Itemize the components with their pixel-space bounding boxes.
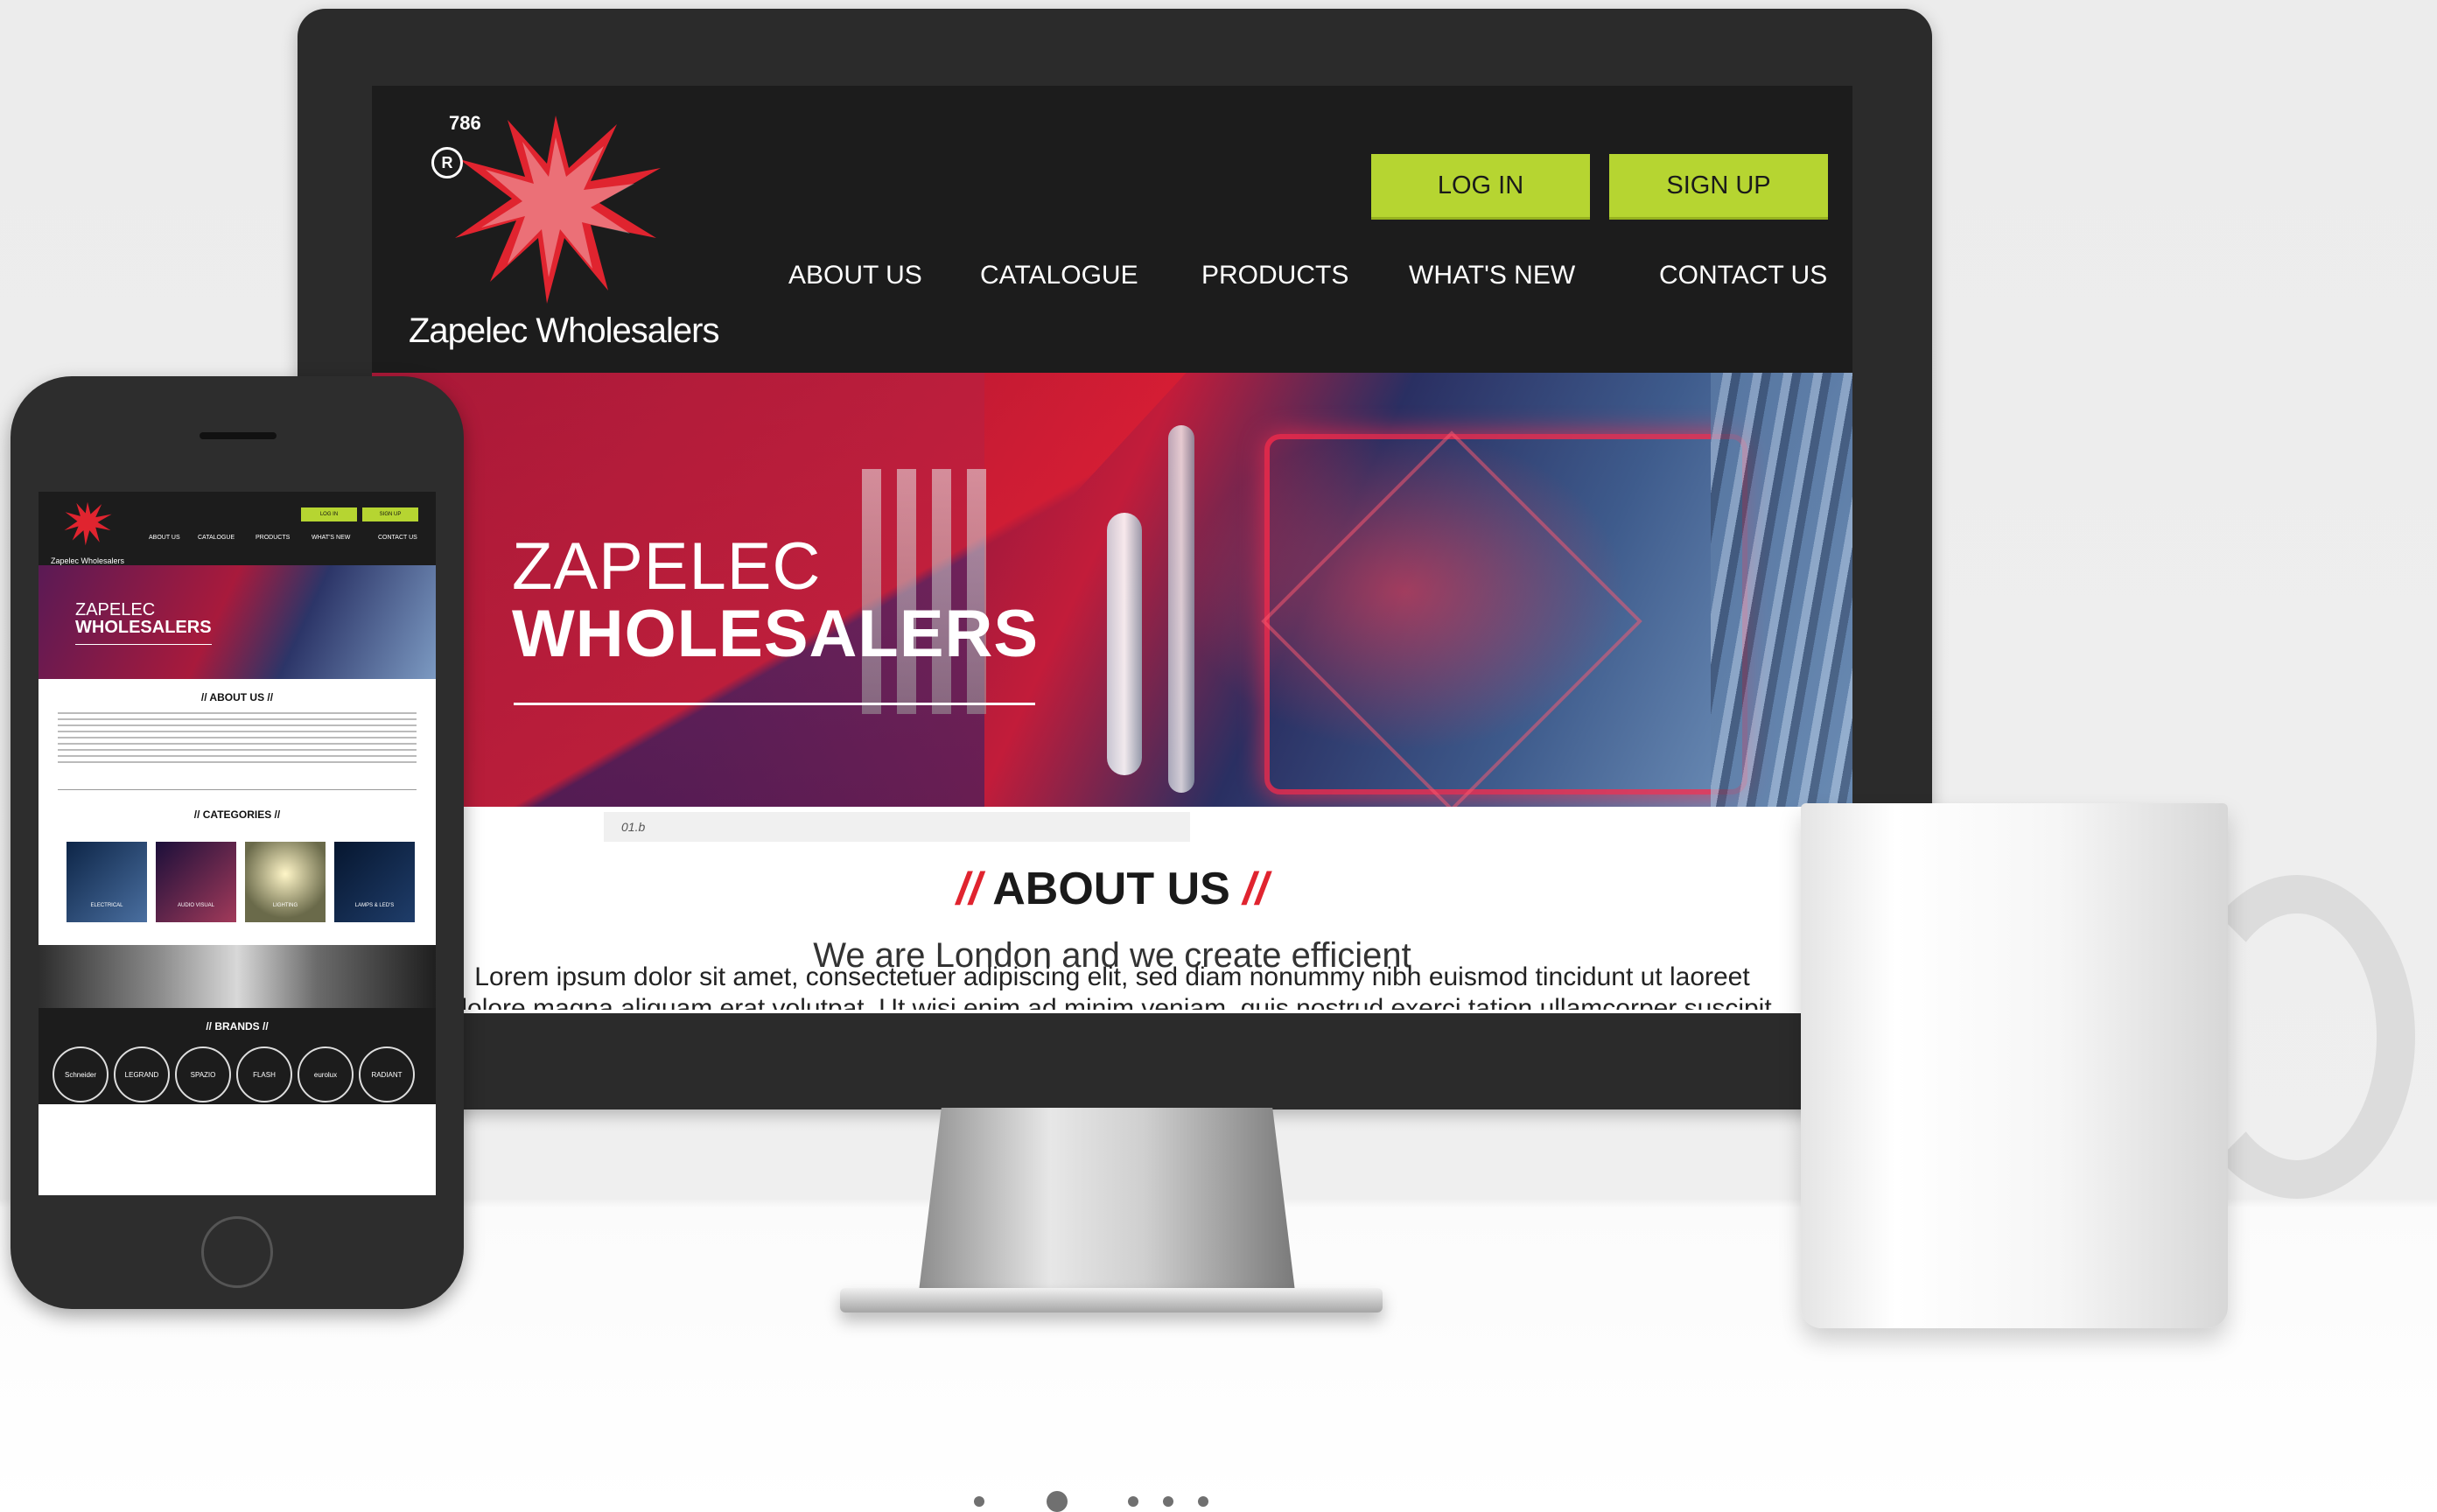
hero-underline <box>514 703 1035 705</box>
monitor-stand <box>919 1108 1295 1292</box>
phone-nav-contact-us[interactable]: CONTACT US <box>378 535 417 541</box>
heading-slash-left: // <box>956 864 982 914</box>
phone-hero-banner: ZAPELEC WHOLESALERS <box>39 565 436 679</box>
logo-number: 786 <box>449 112 481 134</box>
category-label: LAMPS & LED'S <box>354 903 395 908</box>
brand-flash[interactable]: FLASH <box>236 1046 292 1102</box>
registered-mark: R <box>431 147 463 178</box>
heading-slash-right: // <box>1243 864 1269 914</box>
phone-speaker <box>200 432 277 439</box>
phone-nav-whats-new[interactable]: WHAT'S NEW <box>312 535 350 541</box>
cooling-tube <box>1107 513 1142 775</box>
carousel-dot[interactable] <box>1198 1496 1208 1507</box>
brand-spazio[interactable]: SPAZIO <box>175 1046 231 1102</box>
phone-brands-heading: // BRANDS // <box>206 1020 269 1032</box>
hero-title-line1: ZAPELEC <box>512 529 822 604</box>
phone-about-text <box>58 712 417 765</box>
carousel-dot-active[interactable] <box>1047 1491 1068 1512</box>
nav-whats-new[interactable]: WHAT'S NEW <box>1409 261 1575 290</box>
brand-radiant[interactable]: RADIANT <box>359 1046 415 1102</box>
ram-stick <box>897 469 916 714</box>
carousel-dot[interactable] <box>974 1496 984 1507</box>
ram-stick <box>932 469 951 714</box>
phone-categories-heading: // CATEGORIES // <box>193 808 281 821</box>
image-caption: 01.b <box>604 812 1190 842</box>
phone-hero-line2: WHOLESALERS <box>75 618 212 637</box>
signup-button[interactable]: SIGN UP <box>1609 154 1828 220</box>
nav-products[interactable]: PRODUCTS <box>1201 261 1348 290</box>
login-button[interactable]: LOG IN <box>1371 154 1590 220</box>
logo-name[interactable]: Zapelec Wholesalers <box>409 312 719 351</box>
monitor-stand-base <box>840 1288 1383 1312</box>
site-header: 786 R Zapelec Wholesalers LOG IN SIGN UP… <box>372 86 1852 373</box>
hero-title-line2: WHOLESALERS <box>512 597 1040 671</box>
monitor-screen: 786 R Zapelec Wholesalers LOG IN SIGN UP… <box>372 86 1852 1013</box>
category-label: LIGHTING <box>272 903 298 908</box>
about-body: Lorem ipsum dolor sit amet, consectetuer… <box>474 962 1750 991</box>
about-heading-text: ABOUT US <box>992 864 1230 914</box>
ram-stick <box>862 469 881 714</box>
phone-logo-name: Zapelec Wholesalers <box>51 556 125 565</box>
phone-header: Zapelec Wholesalers LOG IN SIGN UP ABOUT… <box>39 492 436 565</box>
phone-category-audio-visual[interactable]: AUDIO VISUAL <box>156 842 236 922</box>
phone-hero-underline <box>75 644 212 645</box>
phone-login-button[interactable]: LOG IN <box>301 508 357 522</box>
about-heading: // ABOUT US // <box>372 863 1852 915</box>
mug <box>1801 803 2228 1328</box>
phone-screen: Zapelec Wholesalers LOG IN SIGN UP ABOUT… <box>39 492 436 1195</box>
zap-logo-icon[interactable] <box>442 107 669 308</box>
brand-eurolux[interactable]: eurolux <box>298 1046 354 1102</box>
phone-category-lighting[interactable]: LIGHTING <box>245 842 326 922</box>
hero-banner: ZAPELEC WHOLESALERS <box>372 373 1852 807</box>
phone-nav-about-us[interactable]: ABOUT US <box>149 535 180 541</box>
category-label: AUDIO VISUAL <box>177 903 214 908</box>
brand-legrand[interactable]: LEGRAND <box>114 1046 170 1102</box>
carousel-dot[interactable] <box>1128 1496 1138 1507</box>
phone-zap-logo-icon[interactable] <box>61 497 114 550</box>
phone-category-electrical[interactable]: ELECTRICAL <box>67 842 147 922</box>
about-section: 01.b // ABOUT US // We are London and we… <box>372 807 1852 1013</box>
phone-home-button[interactable] <box>201 1216 273 1288</box>
phone-photo-strip <box>39 945 436 1008</box>
phone-nav-products[interactable]: PRODUCTS <box>256 535 290 541</box>
cooling-tube <box>1168 425 1194 793</box>
phone-signup-button[interactable]: SIGN UP <box>362 508 418 522</box>
about-body-cutoff: dolore magna aliquam erat volutpat. Ut w… <box>452 994 1772 1010</box>
phone-category-lamps-leds[interactable]: LAMPS & LED'S <box>334 842 415 922</box>
nav-catalogue[interactable]: CATALOGUE <box>980 261 1138 290</box>
phone-nav-catalogue[interactable]: CATALOGUE <box>198 535 235 541</box>
phone-about-heading: // ABOUT US // <box>200 691 274 704</box>
carousel-dot[interactable] <box>1163 1496 1173 1507</box>
nav-about-us[interactable]: ABOUT US <box>788 261 922 290</box>
nav-contact-us[interactable]: CONTACT US <box>1659 261 1827 290</box>
ram-stick <box>967 469 986 714</box>
cable-bundle <box>1711 373 1852 807</box>
category-label: ELECTRICAL <box>90 903 123 908</box>
phone-divider <box>58 789 417 790</box>
brand-schneider[interactable]: Schneider <box>53 1046 109 1102</box>
